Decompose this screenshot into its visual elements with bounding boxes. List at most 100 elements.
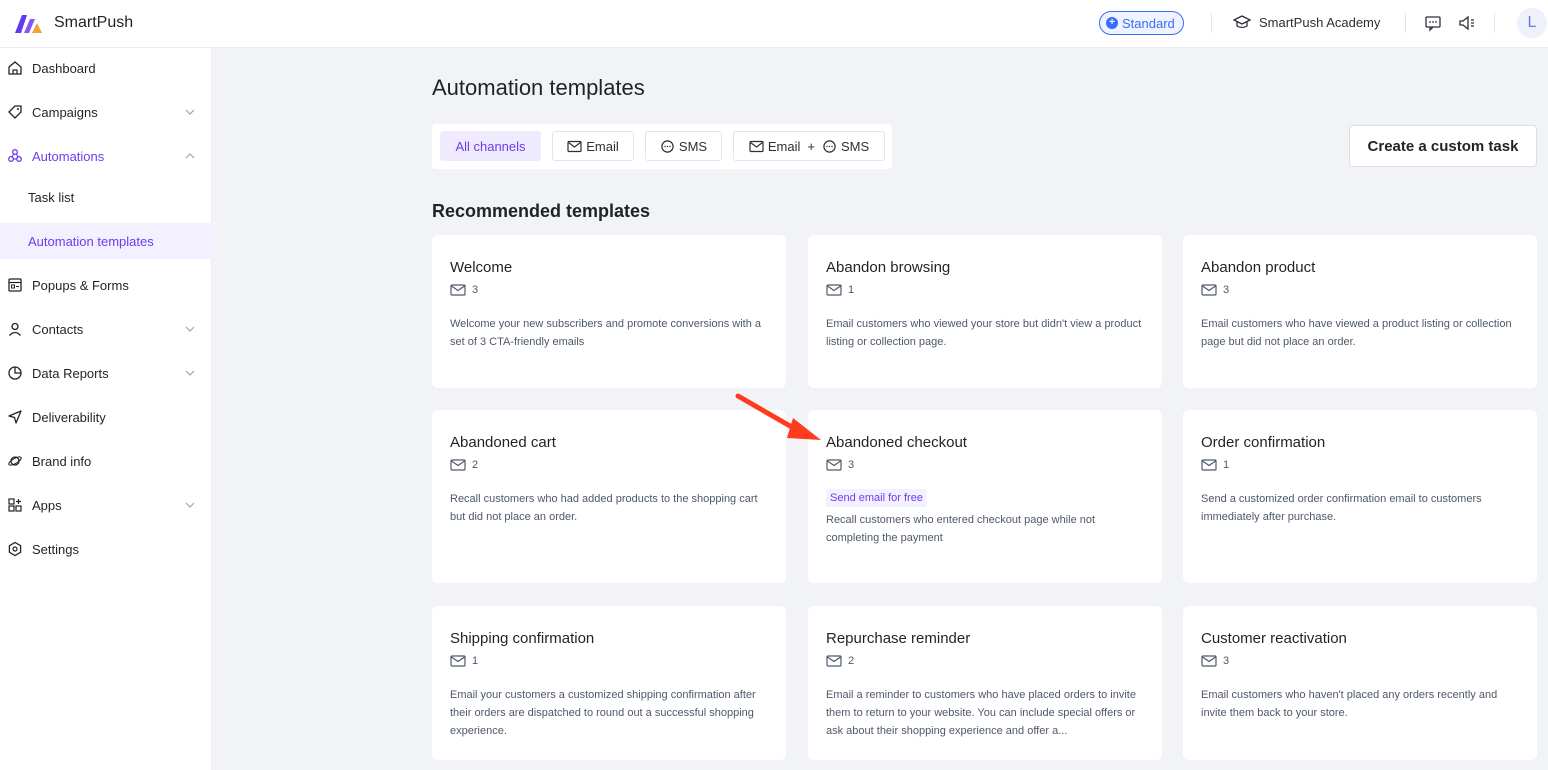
send-icon — [8, 410, 22, 424]
apps-icon — [8, 498, 22, 512]
template-card-abandoned-cart[interactable]: Abandoned cart 2 Recall customers who ha… — [432, 410, 786, 583]
plan-label: Standard — [1122, 15, 1175, 31]
user-icon — [9, 322, 21, 336]
filter-email[interactable]: Email — [552, 131, 634, 161]
sidebar: Dashboard Campaigns Automations Task lis… — [0, 48, 212, 770]
free-email-badge: Send email for free — [826, 489, 927, 507]
chevron-down-icon — [185, 502, 195, 508]
channel-filter-bar: All channels Email SMS Email + SMS — [432, 124, 892, 169]
chevron-down-icon — [185, 370, 195, 376]
card-description: Recall customers who entered checkout pa… — [826, 514, 1096, 544]
sidebar-subitem-label: Task list — [28, 190, 75, 205]
card-email-count: 1 — [450, 655, 478, 667]
template-card-abandon-browsing[interactable]: Abandon browsing 1 Email customers who v… — [808, 235, 1162, 388]
card-count: 3 — [1223, 284, 1230, 296]
divider — [1405, 13, 1406, 33]
sidebar-item-campaigns[interactable]: Campaigns — [0, 94, 212, 130]
sidebar-item-label: Contacts — [32, 321, 84, 337]
filter-label: SMS — [840, 138, 870, 154]
card-email-count: 1 — [1201, 459, 1229, 471]
home-icon — [8, 61, 22, 75]
smartpush-logo-icon — [15, 15, 42, 33]
sidebar-item-apps[interactable]: Apps — [0, 487, 212, 523]
chevron-down-icon — [185, 109, 195, 115]
tag-icon — [8, 105, 22, 119]
sidebar-item-label: Deliverability — [32, 409, 106, 425]
sidebar-item-label: Data Reports — [32, 365, 109, 381]
sidebar-item-label: Automations — [32, 148, 105, 164]
email-icon — [450, 459, 466, 471]
section-title: Recommended templates — [432, 201, 651, 221]
sms-icon — [823, 139, 836, 153]
template-card-abandon-product[interactable]: Abandon product 3 Email customers who ha… — [1183, 235, 1537, 388]
chat-icon[interactable] — [1424, 14, 1442, 32]
form-icon — [8, 278, 22, 292]
template-card-repurchase-reminder[interactable]: Repurchase reminder 2 Email a reminder t… — [808, 606, 1162, 760]
sidebar-item-automations[interactable]: Automations — [0, 138, 212, 174]
email-icon — [1201, 655, 1217, 667]
card-title: Abandon browsing — [826, 259, 951, 276]
card-title: Customer reactivation — [1201, 630, 1347, 647]
sidebar-item-dashboard[interactable]: Dashboard — [0, 50, 212, 86]
email-icon — [826, 284, 842, 296]
filter-all-channels[interactable]: All channels — [440, 131, 541, 161]
card-description: Send a customized order confirmation ema… — [1201, 493, 1482, 523]
card-description: Email your customers a customized shippi… — [450, 689, 756, 737]
card-email-count: 3 — [826, 459, 854, 471]
sidebar-item-popups-forms[interactable]: Popups & Forms — [0, 267, 212, 303]
sidebar-item-label: Settings — [32, 541, 79, 557]
academy-link[interactable]: SmartPush Academy — [1233, 14, 1380, 30]
card-email-count: 3 — [450, 284, 478, 296]
card-title: Order confirmation — [1201, 434, 1326, 451]
sidebar-subitem-automation-templates[interactable]: Automation templates — [0, 223, 212, 259]
email-icon — [749, 140, 764, 152]
filter-label: All channels — [455, 138, 526, 154]
card-count: 3 — [472, 284, 479, 296]
plan-badge[interactable]: + Standard — [1099, 11, 1184, 35]
divider — [1211, 13, 1212, 33]
email-icon — [826, 655, 842, 667]
card-description: Welcome your new subscribers and promote… — [450, 318, 761, 348]
card-email-count: 1 — [826, 284, 854, 296]
card-description: Recall customers who had added products … — [450, 493, 758, 523]
sidebar-item-brand-info[interactable]: Brand info — [0, 443, 212, 479]
card-description: Email customers who viewed your store bu… — [826, 318, 1142, 348]
top-bar: SmartPush + Standard SmartPush Academy L — [0, 0, 1548, 48]
email-icon — [567, 140, 582, 152]
template-card-customer-reactivation[interactable]: Customer reactivation 3 Email customers … — [1183, 606, 1537, 760]
pie-chart-icon — [8, 366, 22, 380]
card-title: Repurchase reminder — [826, 630, 971, 647]
plan-icon: + — [1106, 17, 1118, 29]
avatar[interactable]: L — [1517, 8, 1547, 38]
sidebar-item-settings[interactable]: Settings — [0, 531, 212, 567]
email-icon — [826, 459, 842, 471]
settings-icon — [8, 541, 22, 557]
card-email-count: 2 — [826, 655, 854, 667]
sidebar-item-label: Dashboard — [32, 60, 96, 76]
template-card-welcome[interactable]: Welcome 3 Welcome your new subscribers a… — [432, 235, 786, 388]
sidebar-item-data-reports[interactable]: Data Reports — [0, 355, 212, 391]
template-card-abandoned-checkout[interactable]: Abandoned checkout 3 Send email for free… — [808, 410, 1162, 583]
card-description: Email customers who haven't placed any o… — [1201, 689, 1498, 719]
sms-icon — [661, 139, 674, 153]
card-count: 2 — [472, 459, 479, 471]
academy-label: SmartPush Academy — [1259, 14, 1381, 30]
sidebar-subitem-task-list[interactable]: Task list — [0, 179, 212, 215]
app-logo[interactable]: SmartPush — [14, 12, 133, 34]
email-icon — [450, 655, 466, 667]
template-card-shipping-confirmation[interactable]: Shipping confirmation 1 Email your custo… — [432, 606, 786, 760]
card-description: Email customers who have viewed a produc… — [1201, 318, 1512, 348]
sidebar-item-contacts[interactable]: Contacts — [0, 311, 212, 347]
sidebar-item-deliverability[interactable]: Deliverability — [0, 399, 212, 435]
chevron-up-icon — [185, 153, 195, 159]
card-count: 3 — [848, 459, 855, 471]
filter-label: SMS — [678, 138, 708, 154]
filter-email-sms[interactable]: Email + SMS — [733, 131, 885, 161]
sidebar-item-label: Campaigns — [32, 104, 98, 120]
template-card-order-confirmation[interactable]: Order confirmation 1 Send a customized o… — [1183, 410, 1537, 583]
create-custom-task-button[interactable]: Create a custom task — [1349, 125, 1537, 167]
email-icon — [1201, 284, 1217, 296]
card-title: Abandoned checkout — [826, 434, 967, 451]
announcement-icon[interactable] — [1458, 14, 1476, 32]
filter-sms[interactable]: SMS — [645, 131, 722, 161]
